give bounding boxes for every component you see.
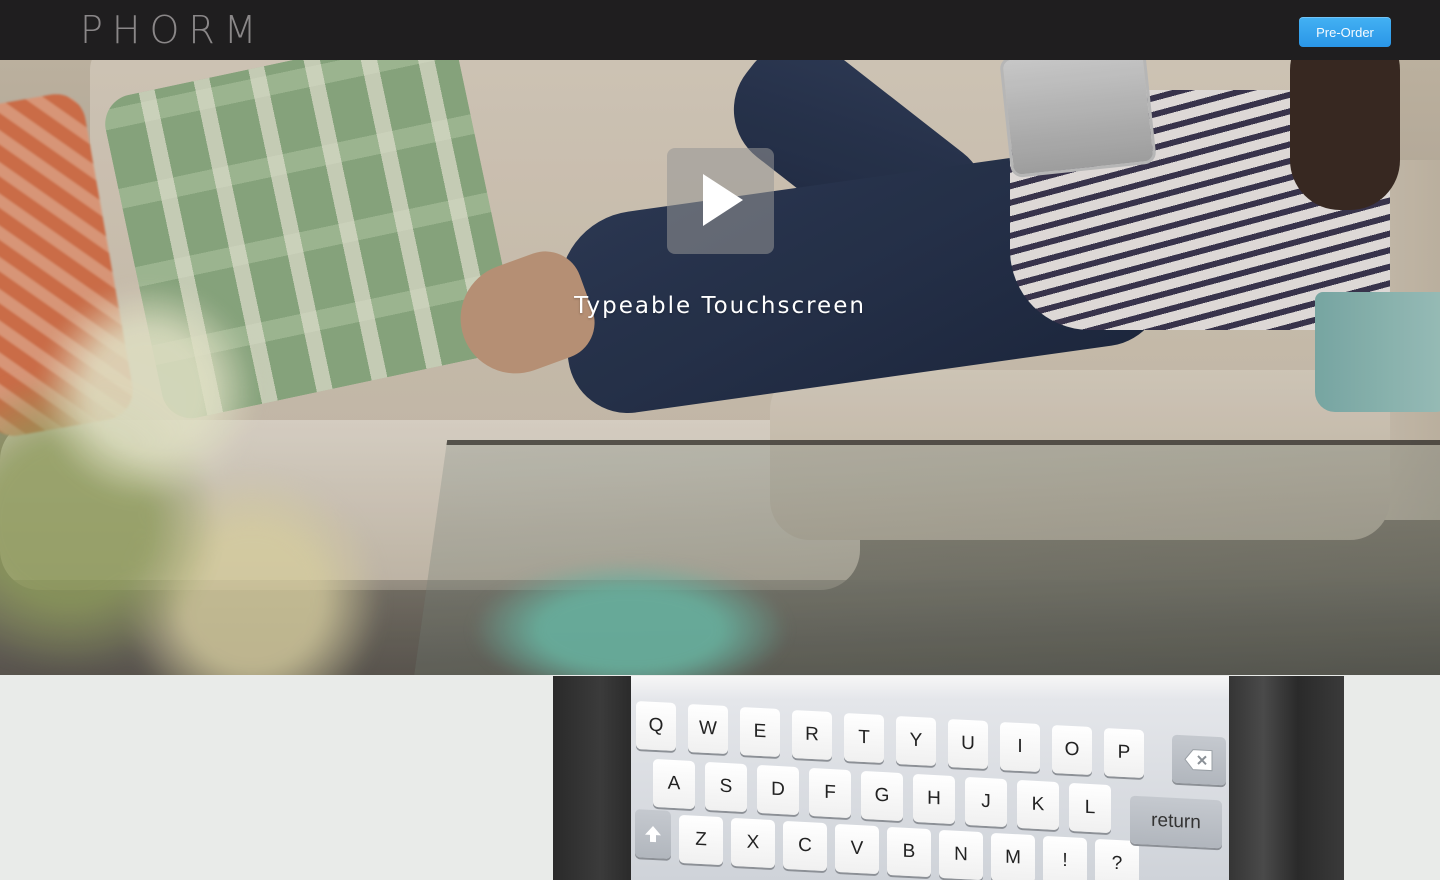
device-screen: Q W E R T Y U I O P A S D F G H J K L Z X C V B N M!? return bbox=[631, 676, 1229, 880]
keyboard-key[interactable]: C bbox=[783, 820, 827, 872]
keyboard-key[interactable]: S bbox=[705, 761, 747, 813]
keyboard-key[interactable]: J bbox=[965, 776, 1007, 828]
keyboard-key[interactable]: L bbox=[1069, 782, 1111, 834]
keyboard-key[interactable]: N bbox=[939, 829, 983, 880]
keyboard-key[interactable]: I bbox=[1000, 721, 1040, 773]
keyboard-key[interactable]: ? bbox=[1095, 838, 1139, 880]
keyboard-key[interactable]: V bbox=[835, 823, 879, 875]
keyboard-key[interactable]: M bbox=[991, 832, 1035, 880]
keyboard-key[interactable]: ! bbox=[1043, 835, 1087, 880]
keyboard-key[interactable]: G bbox=[861, 770, 903, 822]
play-icon bbox=[703, 174, 743, 226]
pre-order-button[interactable]: Pre-Order bbox=[1299, 17, 1391, 47]
keyboard-key[interactable]: F bbox=[809, 767, 851, 819]
keyboard-key[interactable]: Z bbox=[679, 814, 723, 866]
keyboard-key[interactable]: Y bbox=[896, 715, 936, 767]
keyboard-key[interactable]: X bbox=[731, 817, 775, 869]
keyboard-key[interactable]: U bbox=[948, 718, 988, 770]
play-video-button[interactable] bbox=[667, 148, 774, 254]
shift-key[interactable] bbox=[635, 809, 671, 859]
brand-logo[interactable]: PHORM bbox=[80, 9, 266, 51]
keyboard-key[interactable]: A bbox=[653, 758, 695, 810]
keyboard-key[interactable]: E bbox=[740, 706, 780, 758]
return-key[interactable]: return bbox=[1130, 795, 1222, 849]
keyboard-key[interactable]: D bbox=[757, 764, 799, 816]
keyboard-key[interactable]: K bbox=[1017, 779, 1059, 831]
keyboard-key[interactable]: Q bbox=[636, 700, 676, 752]
top-navigation-bar: PHORM Pre-Order bbox=[0, 0, 1440, 60]
keyboard-key[interactable]: T bbox=[844, 712, 884, 764]
backspace-icon bbox=[1184, 749, 1213, 772]
hero-title: Typeable Touchscreen bbox=[574, 293, 866, 319]
hero-video-banner: Typeable Touchscreen bbox=[0, 60, 1440, 675]
keyboard-key[interactable]: W bbox=[688, 703, 728, 755]
device-keyboard-preview: Q W E R T Y U I O P A S D F G H J K L Z X C V B N M!? return bbox=[553, 676, 1344, 880]
device-edge bbox=[1229, 676, 1344, 880]
keyboard-key[interactable]: P bbox=[1104, 727, 1144, 779]
keyboard-key[interactable]: H bbox=[913, 773, 955, 825]
keyboard-key[interactable]: O bbox=[1052, 724, 1092, 776]
keyboard-key[interactable]: B bbox=[887, 826, 931, 878]
keyboard-key[interactable]: R bbox=[792, 709, 832, 761]
shift-icon bbox=[645, 826, 661, 843]
backspace-key[interactable] bbox=[1172, 734, 1226, 786]
